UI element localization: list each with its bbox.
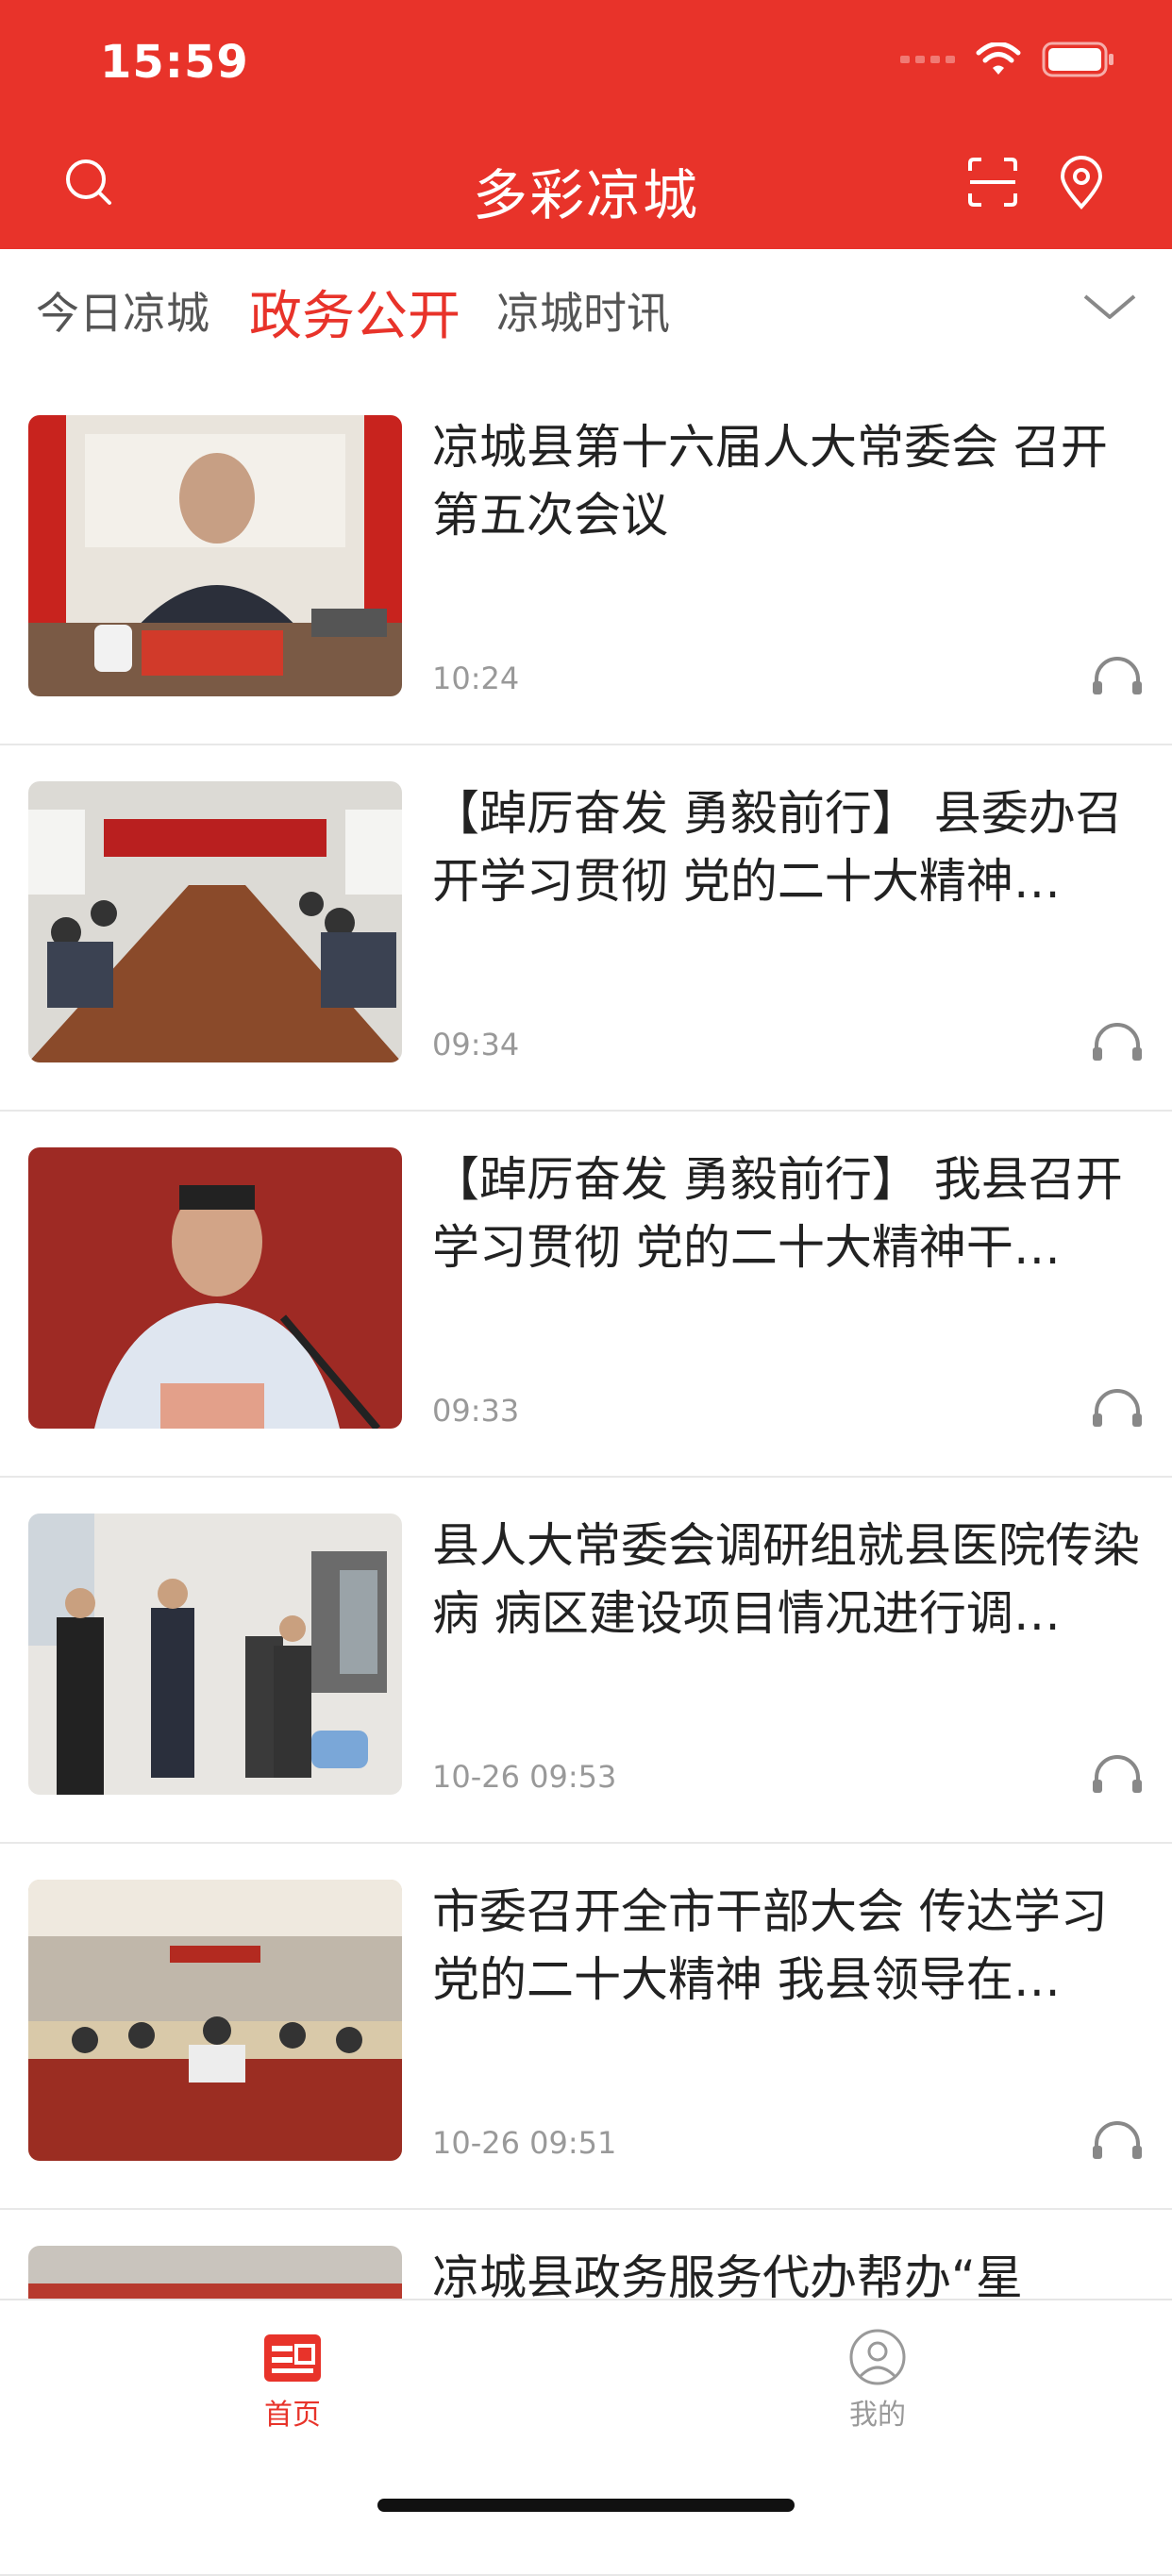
news-time: 09:33: [432, 1393, 520, 1429]
status-icons: [900, 42, 1115, 77]
news-thumbnail: [28, 415, 402, 696]
list-item[interactable]: 市委召开全市干部大会 传达学习党的二十大精神 我县领导在… 10-26 09:5…: [0, 1842, 1172, 2210]
news-title[interactable]: 凉城县第十六届人大常委会 召开第五次会议: [432, 413, 1142, 549]
tab-government-affairs[interactable]: 政务公开: [249, 274, 460, 350]
news-thumbnail: [28, 1514, 402, 1795]
chevron-down-icon[interactable]: [1081, 283, 1138, 330]
news-thumbnail: [28, 1147, 402, 1429]
tab-liangcheng-news[interactable]: 凉城时讯: [496, 279, 670, 342]
nav-mine[interactable]: 我的: [802, 2329, 953, 2433]
news-title[interactable]: 【踔厉奋发 勇毅前行】 我县召开学习贯彻 党的二十大精神干…: [432, 1146, 1142, 1281]
news-title[interactable]: 市委召开全市干部大会 传达学习党的二十大精神 我县领导在…: [432, 1878, 1142, 2014]
list-item[interactable]: 县人大常委会调研组就县医院传染病 病区建设项目情况进行调… 10-26 09:5…: [0, 1476, 1172, 1844]
thumbnail-image: [28, 1147, 402, 1429]
news-title[interactable]: 【踔厉奋发 勇毅前行】 县委办召开学习贯彻 党的二十大精神…: [432, 779, 1142, 915]
news-time: 10-26 09:53: [432, 1759, 617, 1795]
headphones-icon[interactable]: [1091, 1751, 1144, 1797]
list-item[interactable]: 【踔厉奋发 勇毅前行】 县委办召开学习贯彻 党的二十大精神… 09:34: [0, 744, 1172, 1112]
scan-button[interactable]: [964, 154, 1021, 210]
thumbnail-image: [28, 415, 402, 696]
news-time: 09:34: [432, 1027, 520, 1062]
headphones-icon[interactable]: [1091, 2117, 1144, 2163]
tab-today-liangcheng[interactable]: 今日凉城: [36, 279, 209, 342]
thumbnail-image: [28, 1880, 402, 2161]
location-icon: [1060, 156, 1103, 209]
top-bar: 15:59 多彩凉城: [0, 0, 1172, 249]
battery-icon: [1042, 42, 1113, 77]
nav-label: 我的: [849, 2399, 906, 2432]
news-thumbnail: [28, 1880, 402, 2161]
status-time: 15:59: [100, 36, 249, 89]
headphones-icon[interactable]: [1091, 1019, 1144, 1064]
news-time: 10-26 09:51: [432, 2125, 617, 2161]
list-item[interactable]: 【踔厉奋发 勇毅前行】 我县召开学习贯彻 党的二十大精神干… 09:33: [0, 1110, 1172, 1478]
nav-home[interactable]: 首页: [217, 2329, 368, 2433]
news-thumbnail: [28, 781, 402, 1062]
nav-label: 首页: [264, 2399, 321, 2432]
home-indicator: [377, 2499, 795, 2512]
thumbnail-image: [28, 1514, 402, 1795]
thumbnail-image: [28, 781, 402, 1062]
list-item[interactable]: 凉城县第十六届人大常委会 召开第五次会议 10:24: [0, 377, 1172, 745]
wifi-icon: [976, 42, 1021, 75]
headphones-icon[interactable]: [1091, 653, 1144, 698]
category-tabs: 今日凉城 政务公开 凉城时讯: [0, 249, 1172, 377]
home-news-icon: [264, 2334, 321, 2382]
signal-icon: [900, 56, 955, 63]
news-title[interactable]: 县人大常委会调研组就县医院传染病 病区建设项目情况进行调…: [432, 1512, 1142, 1648]
news-time: 10:24: [432, 661, 520, 696]
location-button[interactable]: [1053, 154, 1110, 210]
scan-icon: [968, 158, 1017, 207]
user-profile-icon: [849, 2329, 906, 2385]
headphones-icon[interactable]: [1091, 1385, 1144, 1430]
